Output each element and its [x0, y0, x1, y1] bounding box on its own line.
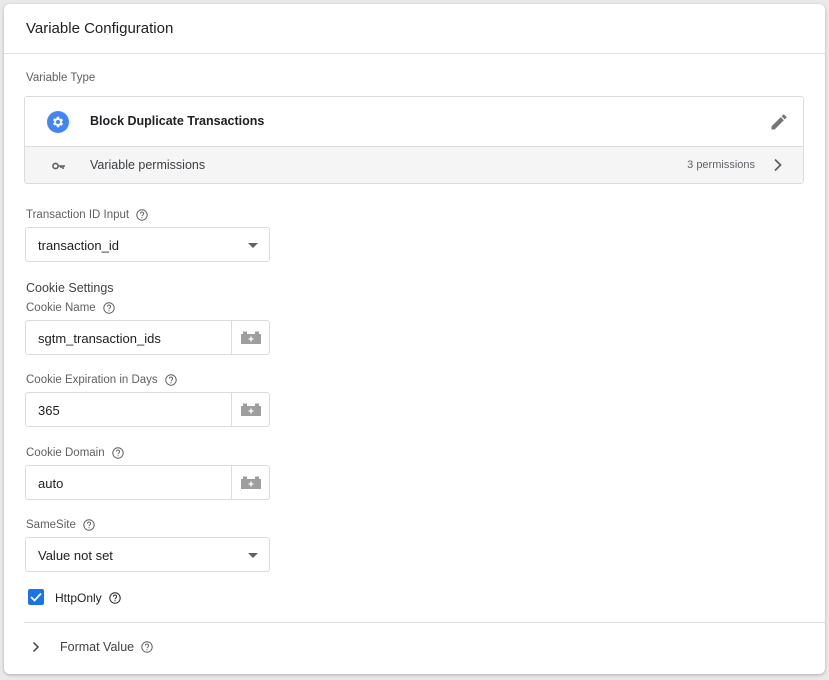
- variable-brick-icon: [240, 476, 261, 489]
- permissions-count: 3 permissions: [687, 159, 755, 171]
- format-value-toggle[interactable]: Format Value: [31, 640, 153, 654]
- variable-type-name: Block Duplicate Transactions: [90, 114, 265, 128]
- variable-brick-icon: [240, 403, 261, 416]
- variable-type-row[interactable]: Block Duplicate Transactions: [25, 97, 803, 147]
- httponly-checkbox[interactable]: [28, 589, 44, 605]
- samesite-label: SameSite: [26, 519, 95, 531]
- cookie-expiration-label: Cookie Expiration in Days: [26, 374, 177, 386]
- checkmark-icon: [30, 592, 42, 602]
- cookie-name-label: Cookie Name: [26, 302, 115, 314]
- variable-picker-button[interactable]: [232, 320, 270, 355]
- help-icon[interactable]: [111, 447, 124, 459]
- transaction-id-label: Transaction ID Input: [26, 209, 148, 221]
- help-icon[interactable]: [102, 302, 115, 314]
- help-icon[interactable]: [108, 592, 121, 604]
- cookie-settings-title: Cookie Settings: [26, 281, 114, 295]
- help-icon[interactable]: [83, 519, 95, 531]
- cookie-name-input[interactable]: sgtm_transaction_ids: [25, 320, 232, 355]
- divider: [24, 622, 825, 623]
- variable-picker-button[interactable]: [232, 392, 270, 427]
- variable-permissions-label: Variable permissions: [90, 158, 206, 172]
- variable-picker-button[interactable]: [232, 465, 270, 500]
- dropdown-caret-icon: [248, 553, 258, 558]
- variable-type-label: Variable Type: [26, 72, 96, 84]
- chevron-right-icon[interactable]: [773, 158, 783, 172]
- variable-brick-icon: [240, 331, 261, 344]
- samesite-select[interactable]: Value not set: [25, 537, 270, 572]
- chevron-right-icon: [32, 641, 40, 653]
- cookie-domain-label: Cookie Domain: [26, 447, 124, 459]
- help-icon[interactable]: [141, 641, 153, 653]
- key-icon: [52, 159, 66, 171]
- variable-configuration-card: Variable Configuration Variable Type Blo…: [4, 4, 825, 674]
- card-title: Variable Configuration: [4, 4, 825, 54]
- transaction-id-select[interactable]: transaction_id: [25, 227, 270, 262]
- variable-permissions-row[interactable]: Variable permissions 3 permissions: [25, 147, 803, 183]
- dropdown-caret-icon: [248, 243, 258, 248]
- cookie-domain-input[interactable]: auto: [25, 465, 232, 500]
- edit-pencil-icon[interactable]: [769, 112, 789, 132]
- help-icon[interactable]: [164, 374, 177, 386]
- httponly-label: HttpOnly: [55, 591, 121, 605]
- cookie-expiration-input[interactable]: 365: [25, 392, 232, 427]
- variable-type-box: Block Duplicate Transactions Variable pe…: [24, 96, 804, 184]
- help-icon[interactable]: [136, 209, 148, 221]
- gear-icon: [47, 111, 69, 133]
